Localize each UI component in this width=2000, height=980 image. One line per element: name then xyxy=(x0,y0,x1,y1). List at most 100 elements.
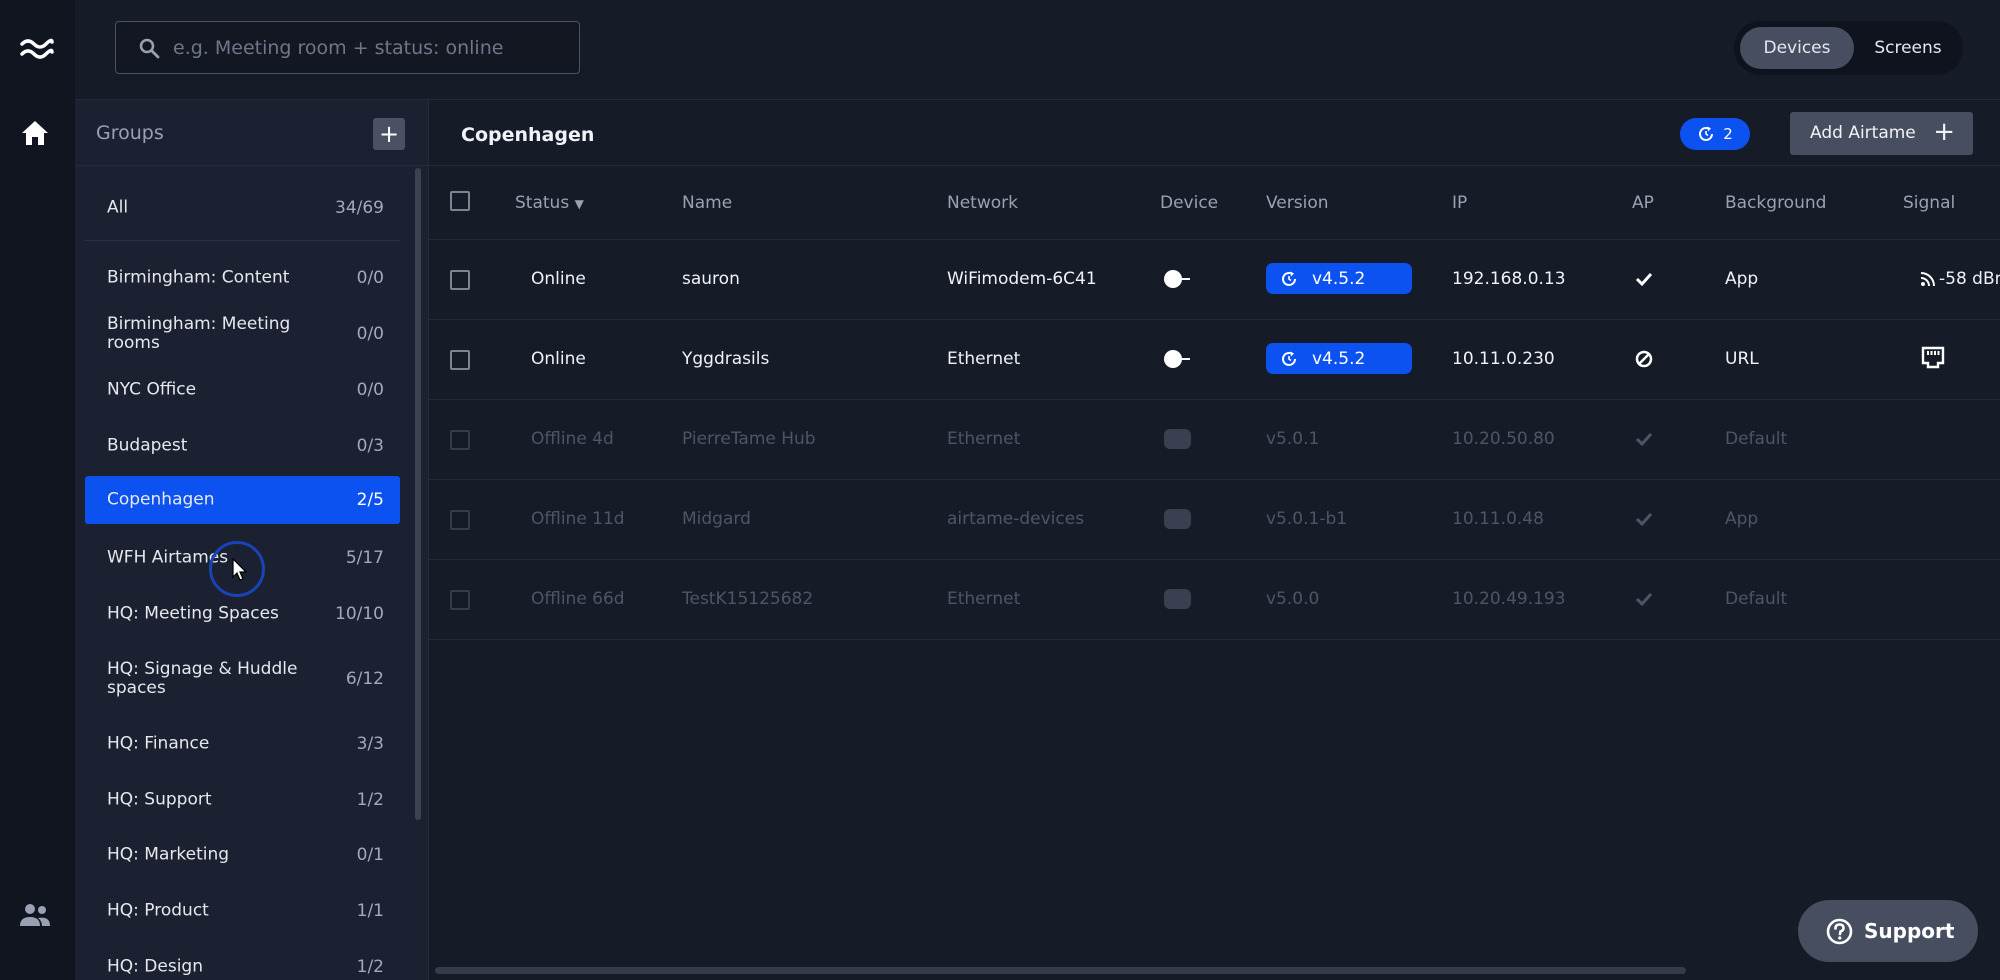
group-item[interactable]: HQ: Meeting Spaces 10/10 xyxy=(85,590,400,638)
row-name: PierreTame Hub xyxy=(682,429,816,449)
search-input[interactable] xyxy=(173,22,568,73)
screens-tab[interactable]: Screens xyxy=(1856,27,1960,69)
column-ip[interactable]: IP xyxy=(1452,193,1467,213)
row-network: Ethernet xyxy=(947,429,1021,449)
row-version: v5.0.1 xyxy=(1266,429,1320,449)
table-row[interactable]: Online sauron WiFimodem-6C41 v4.5.2 192.… xyxy=(429,240,2000,320)
add-group-button[interactable]: + xyxy=(373,118,405,150)
devices-panel: Copenhagen 2 Add Airtame + Status ▼ Name… xyxy=(428,100,2000,980)
group-item-all[interactable]: All 34/69 xyxy=(85,184,400,232)
device-offline-icon xyxy=(1164,509,1191,529)
group-item[interactable]: Budapest 0/3 xyxy=(85,422,400,470)
row-background: Default xyxy=(1725,589,1788,609)
group-item[interactable]: Birmingham: Content 0/0 xyxy=(85,254,400,302)
support-button[interactable]: Support xyxy=(1798,900,1978,962)
group-item[interactable]: HQ: Product 1/1 xyxy=(85,887,400,935)
column-name[interactable]: Name xyxy=(682,193,732,213)
group-label: Budapest xyxy=(107,435,188,456)
row-status: Online xyxy=(531,349,586,369)
device-online-icon xyxy=(1164,350,1190,368)
row-background: App xyxy=(1725,509,1759,529)
row-version: v4.5.2 xyxy=(1312,268,1366,289)
group-count: 6/12 xyxy=(345,669,384,689)
groups-header: Groups + xyxy=(75,100,428,166)
row-version: v5.0.1-b1 xyxy=(1266,509,1348,529)
devices-tab[interactable]: Devices xyxy=(1740,27,1854,69)
column-network[interactable]: Network xyxy=(947,193,1018,213)
table-row[interactable]: Offline 11d Midgard airtame-devices v5.0… xyxy=(429,480,2000,560)
row-network: WiFimodem-6C41 xyxy=(947,269,1097,289)
row-background: URL xyxy=(1725,349,1759,369)
group-item[interactable]: HQ: Signage & Huddle spaces 6/12 xyxy=(85,645,400,713)
airtame-logo-icon[interactable] xyxy=(20,34,54,62)
group-item[interactable]: HQ: Finance 3/3 xyxy=(85,720,400,768)
groups-title: Groups xyxy=(96,122,164,144)
group-count: 0/0 xyxy=(356,268,384,288)
ethernet-icon xyxy=(1921,346,1945,369)
group-item-active[interactable]: Copenhagen 2/5 xyxy=(85,476,400,524)
check-icon xyxy=(1635,272,1653,287)
group-count: 0/0 xyxy=(356,324,384,344)
row-checkbox[interactable] xyxy=(450,590,470,610)
column-device[interactable]: Device xyxy=(1160,193,1218,213)
top-bar: Devices Screens xyxy=(75,0,2000,100)
version-update-badge[interactable]: v4.5.2 xyxy=(1266,263,1412,294)
group-item[interactable]: HQ: Design 1/2 xyxy=(85,943,400,980)
row-ip: 192.168.0.13 xyxy=(1452,269,1566,289)
row-name: Yggdrasils xyxy=(682,349,770,369)
row-status: Offline 4d xyxy=(531,429,614,449)
groups-panel: Groups + All 34/69 Birmingham: Content 0… xyxy=(75,100,428,980)
select-all-checkbox[interactable] xyxy=(450,191,470,211)
users-icon[interactable] xyxy=(19,902,51,928)
groups-divider xyxy=(85,240,400,241)
sort-down-icon: ▼ xyxy=(574,197,584,211)
table-row[interactable]: Online Yggdrasils Ethernet v4.5.2 10.11.… xyxy=(429,320,2000,400)
check-icon xyxy=(1635,592,1653,607)
table-row[interactable]: Offline 66d TestK15125682 Ethernet v5.0.… xyxy=(429,560,2000,640)
updates-badge[interactable]: 2 xyxy=(1680,118,1750,150)
update-icon xyxy=(1282,351,1296,366)
table-row[interactable]: Offline 4d PierreTame Hub Ethernet v5.0.… xyxy=(429,400,2000,480)
row-checkbox[interactable] xyxy=(450,510,470,530)
group-label: HQ: Design xyxy=(107,956,203,977)
column-ap[interactable]: AP xyxy=(1632,193,1654,213)
row-checkbox[interactable] xyxy=(450,430,470,450)
group-count: 0/1 xyxy=(356,845,384,865)
group-item[interactable]: NYC Office 0/0 xyxy=(85,366,400,414)
table-header: Status ▼ Name Network Device Version IP … xyxy=(429,166,2000,240)
groups-scrollbar[interactable] xyxy=(415,168,421,820)
device-offline-icon xyxy=(1164,589,1191,609)
device-offline-icon xyxy=(1164,429,1191,449)
column-signal[interactable]: Signal xyxy=(1903,193,1955,213)
add-airtame-button[interactable]: Add Airtame + xyxy=(1790,112,1973,155)
group-label: NYC Office xyxy=(107,379,197,400)
row-network: Ethernet xyxy=(947,349,1021,369)
wifi-signal-icon xyxy=(1920,272,1935,287)
row-checkbox[interactable] xyxy=(450,270,470,290)
check-icon xyxy=(1635,432,1653,447)
group-count: 10/10 xyxy=(335,604,384,624)
home-icon[interactable] xyxy=(21,119,49,147)
row-ip: 10.11.0.230 xyxy=(1452,349,1555,369)
update-icon xyxy=(1699,126,1714,141)
group-count: 1/2 xyxy=(356,790,384,810)
group-label: Birmingham: Meeting rooms xyxy=(107,314,291,353)
row-checkbox[interactable] xyxy=(450,350,470,370)
group-count: 0/3 xyxy=(356,436,384,456)
column-background[interactable]: Background xyxy=(1725,193,1826,213)
version-update-badge[interactable]: v4.5.2 xyxy=(1266,343,1412,374)
column-version[interactable]: Version xyxy=(1266,193,1329,213)
search-box[interactable] xyxy=(115,21,580,74)
group-item[interactable]: HQ: Marketing 0/1 xyxy=(85,831,400,879)
group-count: 34/69 xyxy=(335,198,384,218)
column-status[interactable]: Status ▼ xyxy=(515,193,584,213)
group-header: Copenhagen 2 Add Airtame + xyxy=(429,100,2000,166)
group-label: All xyxy=(107,197,129,218)
group-item[interactable]: Birmingham: Meeting rooms 0/0 xyxy=(85,310,400,358)
group-item[interactable]: HQ: Support 1/2 xyxy=(85,776,400,824)
group-label: HQ: Marketing xyxy=(107,844,230,865)
group-title: Copenhagen xyxy=(461,124,595,146)
row-status: Online xyxy=(531,269,586,289)
table-horizontal-scrollbar[interactable] xyxy=(435,967,1686,974)
row-network: Ethernet xyxy=(947,589,1021,609)
